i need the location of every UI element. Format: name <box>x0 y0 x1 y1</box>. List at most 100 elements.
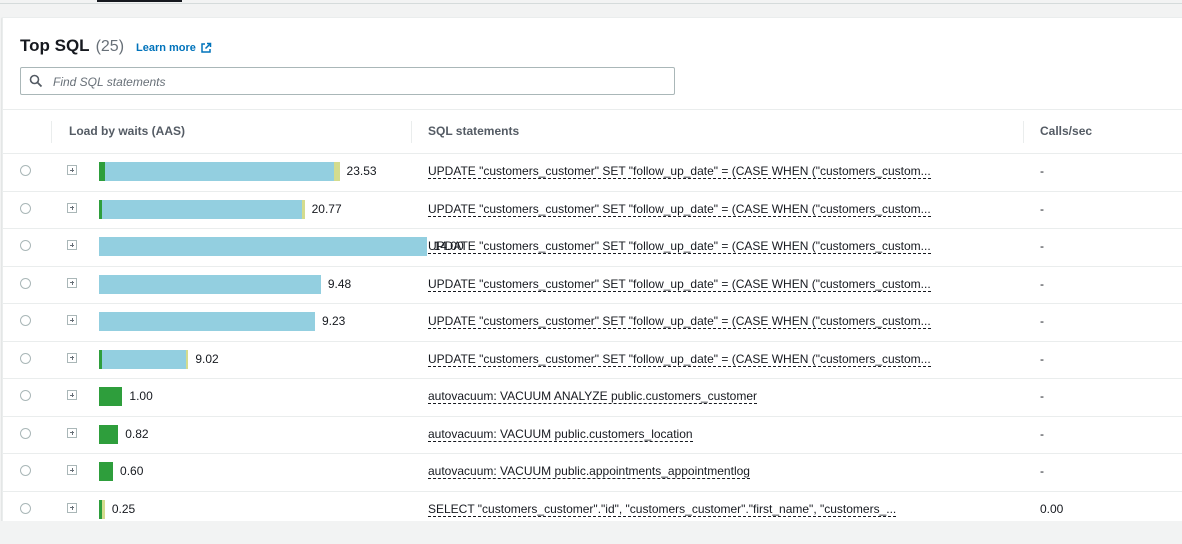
column-header-sql[interactable]: SQL statements <box>428 110 519 153</box>
table-row[interactable]: 0.60 autovacuum: VACUUM public.appointmen… <box>3 454 1182 492</box>
load-bar <box>99 162 340 181</box>
row-select-radio[interactable] <box>20 465 31 476</box>
calls-per-sec: - <box>1040 464 1044 478</box>
load-value: 0.82 <box>125 426 149 441</box>
table-row[interactable]: 23.53 UPDATE "customers_customer" SET "fo… <box>3 154 1182 192</box>
page-footer-band <box>0 521 1182 544</box>
row-select-radio[interactable] <box>20 427 31 439</box>
active-tab-indicator <box>97 0 182 2</box>
learn-more-link[interactable]: Learn more <box>136 42 212 54</box>
row-select-radio[interactable] <box>20 240 31 251</box>
load-bar <box>99 349 189 369</box>
expand-icon[interactable] <box>67 465 77 475</box>
load-bar <box>99 387 123 406</box>
column-divider <box>1023 121 1024 143</box>
search-box <box>20 67 675 95</box>
load-bar <box>99 274 321 294</box>
sql-statement-link[interactable]: UPDATE "customers_customer" SET "follow_… <box>428 202 931 217</box>
expand-icon[interactable] <box>67 165 77 175</box>
table-row[interactable]: 0.82 autovacuum: VACUUM public.customers_… <box>3 417 1182 454</box>
sql-statement-link[interactable]: UPDATE "customers_customer" SET "follow_… <box>428 314 931 329</box>
expand-icon[interactable] <box>67 315 77 325</box>
load-value: 1.00 <box>129 389 153 403</box>
column-header-calls[interactable]: Calls/sec <box>1040 110 1092 153</box>
top-sql-table: Load by waits (AAS) SQL statements Calls… <box>3 109 1182 528</box>
panel-header: Top SQL (25) Learn more <box>20 36 212 56</box>
load-segment-other <box>185 349 189 369</box>
load-value: 9.48 <box>327 276 352 291</box>
sql-statement-link[interactable]: UPDATE "customers_customer" SET "follow_… <box>428 352 931 367</box>
table-header: Load by waits (AAS) SQL statements Calls… <box>3 109 1182 154</box>
load-bar <box>99 499 105 519</box>
load-segment-cpu <box>99 424 119 444</box>
calls-per-sec: - <box>1040 314 1044 328</box>
calls-per-sec: - <box>1040 164 1044 178</box>
calls-per-sec: - <box>1040 389 1044 403</box>
table-row[interactable]: 9.02 UPDATE "customers_customer" SET "fol… <box>3 342 1182 379</box>
expand-icon[interactable] <box>67 352 77 363</box>
expand-icon[interactable] <box>67 277 77 288</box>
sql-statement-link[interactable]: UPDATE "customers_customer" SET "follow_… <box>428 164 931 179</box>
sql-statement-link[interactable]: autovacuum: VACUUM public.appointments_a… <box>428 464 750 479</box>
calls-per-sec: - <box>1040 239 1044 253</box>
column-divider <box>51 121 52 143</box>
expand-icon[interactable] <box>67 427 77 438</box>
sql-statement-link[interactable]: autovacuum: VACUUM public.customers_loca… <box>428 427 693 442</box>
expand-icon[interactable] <box>67 502 77 513</box>
load-segment-io <box>101 199 302 219</box>
load-value: 9.02 <box>195 351 219 366</box>
load-segment-other <box>334 162 340 181</box>
load-value: 23.53 <box>346 164 377 178</box>
load-bar <box>99 237 427 256</box>
sql-statement-link[interactable]: autovacuum: VACUUM ANALYZE public.custom… <box>428 389 758 404</box>
sql-statement-link[interactable]: UPDATE "customers_customer" SET "follow_… <box>428 239 931 254</box>
load-bar <box>99 312 315 331</box>
learn-more-label: Learn more <box>136 42 196 54</box>
row-select-radio[interactable] <box>20 390 31 401</box>
row-select-radio[interactable] <box>20 315 31 326</box>
expand-icon[interactable] <box>67 240 77 250</box>
table-row[interactable]: 20.77 UPDATE "customers_customer" SET "fo… <box>3 192 1182 229</box>
row-select-radio[interactable] <box>20 277 31 289</box>
table-row[interactable]: 9.48 UPDATE "customers_customer" SET "fol… <box>3 267 1182 304</box>
table-body: 23.53 UPDATE "customers_customer" SET "fo… <box>3 154 1182 528</box>
calls-per-sec: - <box>1040 201 1044 216</box>
load-segment-io <box>105 162 335 181</box>
expand-icon[interactable] <box>67 390 77 400</box>
load-bar <box>99 462 114 481</box>
load-bar <box>99 424 119 444</box>
row-select-radio[interactable] <box>20 352 31 364</box>
sql-statement-link[interactable]: UPDATE "customers_customer" SET "follow_… <box>428 277 931 292</box>
search-icon <box>29 74 43 88</box>
sql-statement-link[interactable]: SELECT "customers_customer"."id", "custo… <box>428 502 897 517</box>
row-select-radio[interactable] <box>20 202 31 214</box>
load-segment-cpu <box>99 462 114 481</box>
load-value: 0.25 <box>111 501 136 516</box>
load-segment-io <box>99 274 321 294</box>
load-value: 0.60 <box>120 464 144 478</box>
column-divider <box>411 121 412 143</box>
load-bar <box>99 199 305 219</box>
search-input[interactable] <box>51 71 655 93</box>
calls-per-sec: 0.00 <box>1040 501 1064 516</box>
load-segment-io <box>101 349 186 369</box>
table-row[interactable]: 1.00 autovacuum: VACUUM ANALYZE public.cu… <box>3 379 1182 417</box>
row-select-radio[interactable] <box>20 165 31 176</box>
page-title: Top SQL <box>20 36 90 55</box>
expand-icon[interactable] <box>67 202 77 213</box>
table-row[interactable]: 14.00 UPDATE "customers_customer" SET "fo… <box>3 229 1182 267</box>
load-segment-cpu <box>99 387 123 406</box>
top-sql-panel: Top SQL (25) Learn more Load by waits (A… <box>2 17 1182 521</box>
calls-per-sec: - <box>1040 426 1044 441</box>
load-segment-other <box>102 499 105 519</box>
load-segment-io <box>99 237 427 256</box>
external-link-icon <box>201 42 212 53</box>
calls-per-sec: - <box>1040 351 1044 366</box>
load-segment-io <box>99 312 315 331</box>
table-row[interactable]: 9.23 UPDATE "customers_customer" SET "fol… <box>3 304 1182 342</box>
calls-per-sec: - <box>1040 276 1044 291</box>
statement-count: (25) <box>95 38 125 55</box>
load-segment-other <box>301 199 305 219</box>
row-select-radio[interactable] <box>20 502 31 514</box>
column-header-load[interactable]: Load by waits (AAS) <box>69 110 185 153</box>
